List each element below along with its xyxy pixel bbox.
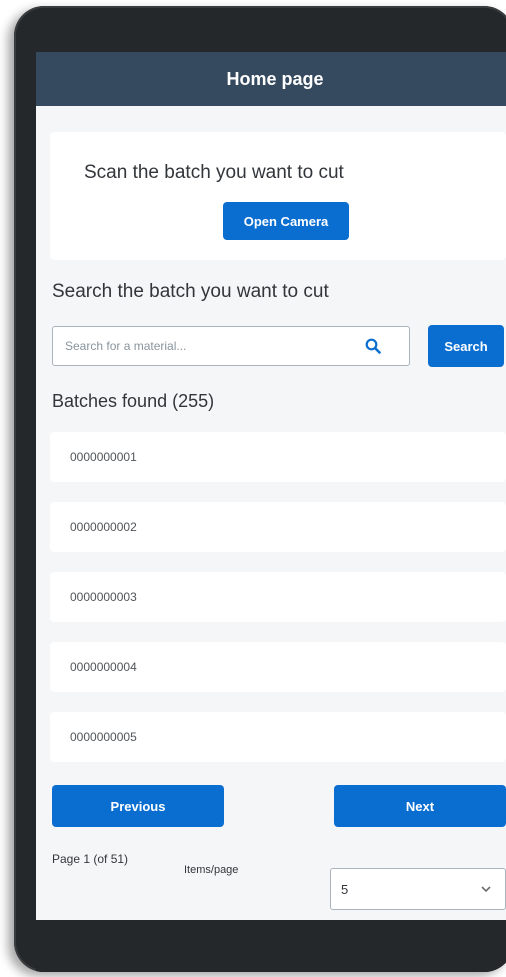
app-header: Home page xyxy=(36,52,506,106)
chevron-down-icon xyxy=(479,882,493,896)
batch-list: 0000000001 0000000002 0000000003 0000000… xyxy=(50,432,506,782)
next-button[interactable]: Next xyxy=(334,785,506,827)
scan-card: Scan the batch you want to cut Open Came… xyxy=(50,132,506,260)
search-section-title: Search the batch you want to cut xyxy=(52,281,329,302)
previous-button[interactable]: Previous xyxy=(52,785,224,827)
page-title: Home page xyxy=(226,68,324,89)
list-item[interactable]: 0000000002 xyxy=(50,502,506,552)
search-button[interactable]: Search xyxy=(428,325,504,367)
list-item[interactable]: 0000000004 xyxy=(50,642,506,692)
app-screen: Home page Scan the batch you want to cut… xyxy=(36,52,506,920)
page-info: Page 1 (of 51) xyxy=(52,852,129,866)
scan-title: Scan the batch you want to cut xyxy=(84,162,344,183)
search-icon[interactable] xyxy=(363,336,383,356)
open-camera-button[interactable]: Open Camera xyxy=(223,202,349,240)
list-item[interactable]: 0000000005 xyxy=(50,712,506,762)
search-input[interactable] xyxy=(63,338,363,354)
batches-count-title: Batches found (255) xyxy=(52,391,215,411)
list-item[interactable]: 0000000003 xyxy=(50,572,506,622)
device-bottom-bar xyxy=(36,920,506,972)
items-per-page-select[interactable]: 5 xyxy=(330,868,506,910)
items-per-page-label: Items/page xyxy=(184,864,239,876)
list-item[interactable]: 0000000001 xyxy=(50,432,506,482)
items-per-page-value: 5 xyxy=(341,881,349,897)
phone-frame: Home page Scan the batch you want to cut… xyxy=(14,6,506,972)
search-field[interactable] xyxy=(52,326,410,366)
